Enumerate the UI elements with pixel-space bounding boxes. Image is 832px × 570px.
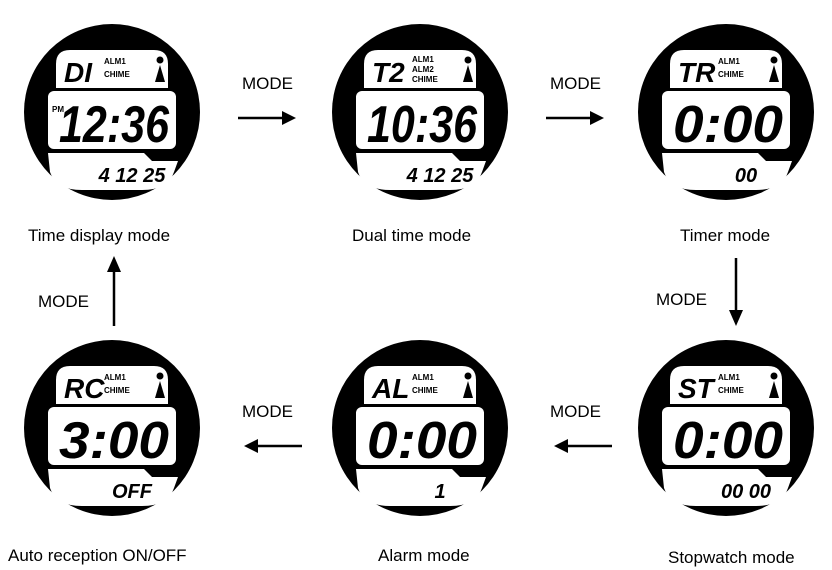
month-date-label: Month Date <box>380 154 418 161</box>
alarm-indicator-2: ALM2 <box>412 65 434 74</box>
mode-label-6: MODE <box>38 292 89 311</box>
mode-label-4: MODE <box>550 402 601 421</box>
alarm-indicator-2: CHIME <box>104 386 130 395</box>
bottom-display: OFF <box>112 481 153 503</box>
watch-time-display: DI ALM1 CHIME PM 12:36 Month Date 4 12 2… <box>22 22 202 245</box>
mode-code-text: AL <box>371 373 409 404</box>
watch-face-graphic: ST ALM1 CHIME 0:00 Month Date 00 00 <box>638 340 814 516</box>
alarm-indicator-1: ALM1 <box>718 57 740 66</box>
mode-caption: Auto reception ON/OFF <box>8 546 187 565</box>
arrow-right-icon <box>546 111 604 125</box>
alarm-indicator-1: ALM1 <box>104 57 126 66</box>
watch-face-graphic: RC ALM1 CHIME 3:00 Month Date OFF <box>24 340 200 516</box>
mode-caption: Stopwatch mode <box>668 548 795 567</box>
main-time-display: 0:00 <box>367 412 477 470</box>
mode-code-text: TR <box>678 57 716 88</box>
watch-auto-reception: RC ALM1 CHIME 3:00 Month Date OFF Auto r… <box>8 338 202 565</box>
watch-dual-time: T2 ALM1 ALM2 CHIME 10:36 Month Date 4 12… <box>330 22 510 245</box>
arrow-left-icon <box>244 439 302 453</box>
watch-alarm: AL ALM1 CHIME 0:00 Month Date 1 Alarm mo… <box>330 338 510 565</box>
mode-label-1: MODE <box>242 74 293 93</box>
watch-timer: TR ALM1 CHIME 0:00 Month Date 00 Timer m… <box>636 22 816 245</box>
mode-label-2: MODE <box>550 74 601 93</box>
alarm-indicator-1: ALM1 <box>412 55 434 64</box>
bottom-display: 00 <box>735 165 757 187</box>
mode-code-text: T2 <box>372 57 405 88</box>
month-date-label: Month Date <box>380 470 418 477</box>
alarm-indicator-2: CHIME <box>412 386 438 395</box>
arrow-down-icon <box>729 258 743 326</box>
watch-face-graphic: TR ALM1 CHIME 0:00 Month Date 00 <box>638 24 814 200</box>
mode-label-3: MODE <box>656 290 707 309</box>
alarm-indicator-1: ALM1 <box>412 373 434 382</box>
watch-face-graphic: AL ALM1 CHIME 0:00 Month Date 1 <box>332 340 508 516</box>
arrow-left-icon <box>554 439 612 453</box>
alarm-indicator-3: CHIME <box>412 75 438 84</box>
main-time-display: 0:00 <box>673 96 783 154</box>
mode-code-text: DI <box>64 57 93 88</box>
mode-code-text: ST <box>678 373 717 404</box>
watch-stopwatch: ST ALM1 CHIME 0:00 Month Date 00 00 Stop… <box>636 338 816 567</box>
alarm-indicator-1: ALM1 <box>104 373 126 382</box>
bottom-display: 4 12 25 <box>406 165 475 187</box>
main-time-display: 3:00 <box>59 412 169 470</box>
month-date-label: Month Date <box>686 470 724 477</box>
alarm-indicator-2: CHIME <box>718 386 744 395</box>
main-time-display: 10:36 <box>367 96 478 154</box>
mode-caption: Dual time mode <box>352 226 472 245</box>
month-date-label: Month Date <box>72 154 110 161</box>
mode-label-5: MODE <box>242 402 293 421</box>
arrow-up-icon <box>107 256 121 326</box>
main-time-display: 12:36 <box>59 96 170 154</box>
month-date-label: Month Date <box>686 154 724 161</box>
mode-caption: Timer mode <box>680 226 771 245</box>
main-time-display: 0:00 <box>673 412 783 470</box>
watch-face-graphic: DI ALM1 CHIME PM 12:36 Month Date 4 12 2… <box>24 24 200 200</box>
bottom-display: 1 <box>434 481 445 503</box>
alarm-indicator-2: CHIME <box>718 70 744 79</box>
mode-caption: Time display mode <box>28 226 171 245</box>
mode-caption: Alarm mode <box>378 546 470 565</box>
month-date-label: Month Date <box>72 470 110 477</box>
bottom-display: 00 00 <box>721 481 771 503</box>
bottom-display: 4 12 25 <box>98 165 167 187</box>
alarm-indicator-1: ALM1 <box>718 373 740 382</box>
arrow-right-icon <box>238 111 296 125</box>
mode-code-text: RC <box>64 373 105 404</box>
watch-face-graphic: T2 ALM1 ALM2 CHIME 10:36 Month Date 4 12… <box>332 24 508 200</box>
alarm-indicator-2: CHIME <box>104 70 130 79</box>
